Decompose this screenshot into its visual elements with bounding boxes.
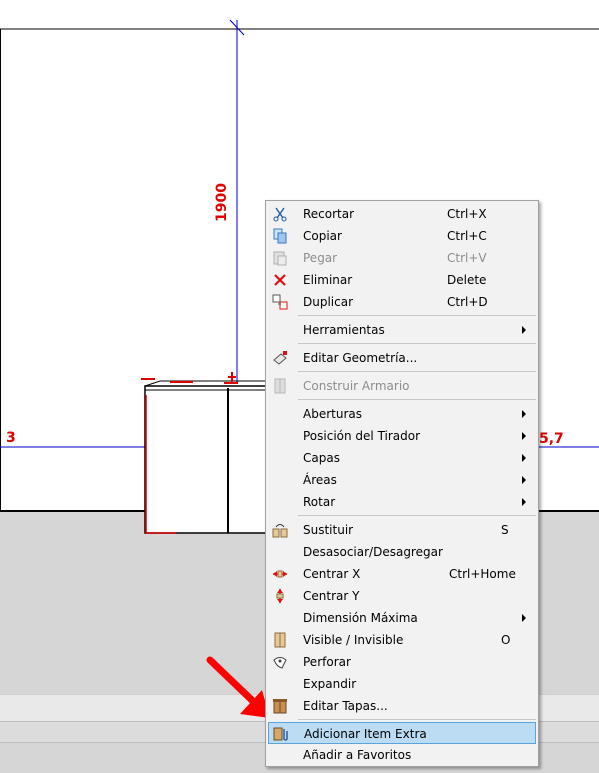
height-dimension-label: 1900 bbox=[214, 183, 230, 222]
menu-item-eliminar[interactable]: Eliminar Delete bbox=[268, 269, 536, 291]
submenu-arrow-icon bbox=[522, 498, 526, 506]
visibility-icon bbox=[272, 632, 288, 648]
paste-icon bbox=[272, 250, 288, 266]
menu-item-desasociar[interactable]: Desasociar/Desagregar bbox=[268, 541, 536, 563]
center-y-icon bbox=[272, 588, 288, 604]
center-x-icon bbox=[272, 566, 288, 582]
cabinet-icon bbox=[272, 378, 288, 394]
menu-item-capas[interactable]: Capas bbox=[268, 447, 536, 469]
menu-item-recortar[interactable]: Recortar Ctrl+X bbox=[268, 203, 536, 225]
menu-item-copiar[interactable]: Copiar Ctrl+C bbox=[268, 225, 536, 247]
menu-item-centrar-y[interactable]: Centrar Y bbox=[268, 585, 536, 607]
replace-icon bbox=[272, 522, 288, 538]
submenu-arrow-icon bbox=[522, 614, 526, 622]
cabinet-body bbox=[144, 385, 272, 534]
menu-separator bbox=[298, 719, 536, 720]
menu-separator bbox=[298, 371, 536, 372]
menu-separator bbox=[298, 515, 536, 516]
annotation-arrow-icon bbox=[206, 656, 270, 718]
submenu-arrow-icon bbox=[522, 326, 526, 334]
menu-item-areas[interactable]: Áreas bbox=[268, 469, 536, 491]
menu-item-editar-tapas[interactable]: Editar Tapas... bbox=[268, 695, 536, 717]
menu-item-duplicar[interactable]: Duplicar Ctrl+D bbox=[268, 291, 536, 313]
submenu-arrow-icon bbox=[522, 410, 526, 418]
eraser-icon bbox=[272, 350, 288, 366]
delete-x-icon bbox=[272, 272, 288, 288]
add-extra-item-icon bbox=[273, 726, 289, 742]
menu-item-rotar[interactable]: Rotar bbox=[268, 491, 536, 513]
duplicate-icon bbox=[272, 294, 288, 310]
submenu-arrow-icon bbox=[522, 476, 526, 484]
menu-item-perforar[interactable]: Perforar bbox=[268, 651, 536, 673]
menu-item-expandir[interactable]: Expandir bbox=[268, 673, 536, 695]
menu-item-adicionar-item-extra[interactable]: Adicionar Item Extra bbox=[268, 722, 536, 744]
context-menu[interactable]: Recortar Ctrl+X Copiar Ctrl+C Pegar Ctrl… bbox=[265, 200, 539, 767]
drill-icon bbox=[272, 654, 288, 670]
menu-item-anadir-favoritos[interactable]: Añadir a Favoritos bbox=[268, 744, 536, 766]
menu-item-centrar-x[interactable]: Centrar X Ctrl+Home bbox=[268, 563, 536, 585]
right-dimension-label: 5,7 bbox=[539, 431, 564, 447]
menu-item-dimension-maxima[interactable]: Dimensión Máxima bbox=[268, 607, 536, 629]
menu-item-visible-invisible[interactable]: Visible / Invisible O bbox=[268, 629, 536, 651]
submenu-arrow-icon bbox=[522, 454, 526, 462]
submenu-arrow-icon bbox=[522, 432, 526, 440]
menu-item-editar-geometria[interactable]: Editar Geometría... bbox=[268, 347, 536, 369]
menu-item-posicion-tirador[interactable]: Posición del Tirador bbox=[268, 425, 536, 447]
menu-item-sustituir[interactable]: Sustituir S bbox=[268, 519, 536, 541]
menu-separator bbox=[298, 399, 536, 400]
menu-separator bbox=[298, 315, 536, 316]
copy-icon bbox=[272, 228, 288, 244]
scissors-icon bbox=[272, 206, 288, 222]
menu-item-pegar[interactable]: Pegar Ctrl+V bbox=[268, 247, 536, 269]
left-dimension-label: 3 bbox=[6, 430, 16, 446]
anchor-marker bbox=[224, 372, 238, 384]
menu-item-herramientas[interactable]: Herramientas bbox=[268, 319, 536, 341]
menu-item-aberturas[interactable]: Aberturas bbox=[268, 403, 536, 425]
edit-covers-icon bbox=[272, 698, 288, 714]
menu-separator bbox=[298, 343, 536, 344]
menu-item-construir-armario[interactable]: Construir Armario bbox=[268, 375, 536, 397]
